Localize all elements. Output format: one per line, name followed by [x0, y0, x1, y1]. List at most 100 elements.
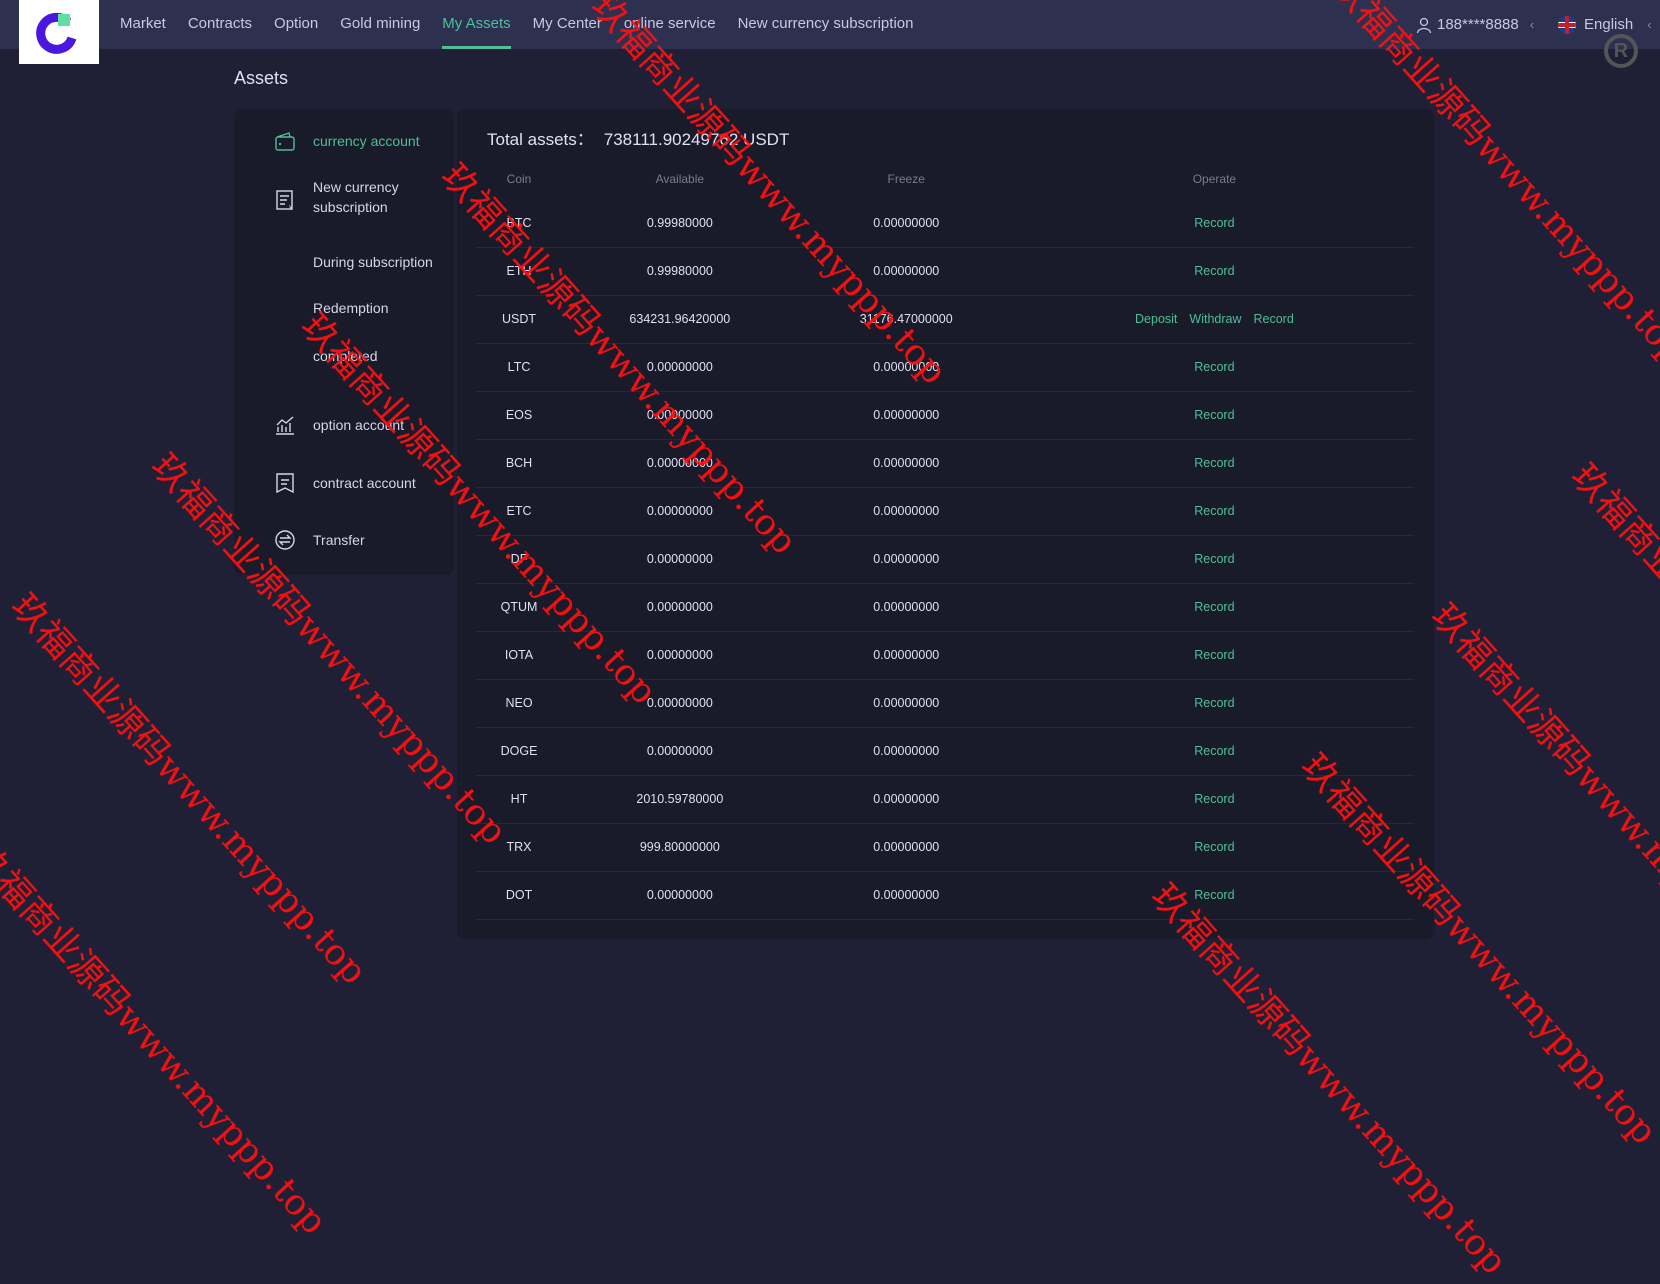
coin-cell: IOTA: [476, 631, 563, 680]
nav-contracts[interactable]: Contracts: [188, 0, 252, 49]
user-icon: [1416, 17, 1432, 33]
sidebar: currency account ¥ New currency subscrip…: [234, 109, 454, 575]
coin-cell: EOS: [476, 391, 563, 440]
operate-cell: Record: [1014, 343, 1414, 392]
assets-table: Coin Available Freeze Operate BTC 0.99980…: [476, 159, 1414, 920]
record-link[interactable]: Record: [1194, 216, 1234, 230]
table-row: DOT 0.00000000 0.00000000 Record: [476, 871, 1414, 920]
bookmark-document-icon: [276, 473, 294, 494]
nav-online-service[interactable]: online service: [624, 0, 716, 49]
freeze-cell: 0.00000000: [797, 823, 1015, 872]
svg-text:¥: ¥: [289, 205, 293, 211]
operate-cell: Record: [1014, 199, 1414, 248]
table-row: QTUM 0.00000000 0.00000000 Record: [476, 583, 1414, 632]
coin-cell: ETH: [476, 247, 563, 296]
logo[interactable]: [19, 0, 99, 64]
chart-line-icon: [276, 416, 294, 435]
coin-cell: QTUM: [476, 583, 563, 632]
available-cell: 2010.59780000: [562, 775, 798, 824]
deposit-link[interactable]: Deposit: [1135, 312, 1177, 326]
table-row: DF 0.00000000 0.00000000 Record: [476, 535, 1414, 584]
record-link[interactable]: Record: [1194, 408, 1234, 422]
nav-option[interactable]: Option: [274, 0, 318, 49]
coin-cell: HT: [476, 775, 563, 824]
watermark: 玖福商业源码www.myppp.top: [1422, 596, 1660, 1003]
record-link[interactable]: Record: [1194, 456, 1234, 470]
available-cell: 0.00000000: [562, 487, 798, 536]
uk-flag-icon: [1558, 15, 1576, 34]
freeze-cell: 0.00000000: [797, 631, 1015, 680]
withdraw-link[interactable]: Withdraw: [1189, 312, 1241, 326]
table-row: BTC 0.99980000 0.00000000 Record: [476, 199, 1414, 248]
record-link[interactable]: Record: [1194, 888, 1234, 902]
sidebar-label: contract account: [313, 475, 416, 491]
user-phone: 188****8888: [1437, 15, 1519, 33]
record-link[interactable]: Record: [1194, 696, 1234, 710]
logo-icon: [36, 12, 77, 54]
sidebar-label: option account: [313, 417, 405, 433]
sidebar-label: Redemption: [313, 300, 389, 316]
freeze-cell: 0.00000000: [797, 727, 1015, 776]
record-link[interactable]: Record: [1194, 504, 1234, 518]
table-row: NEO 0.00000000 0.00000000 Record: [476, 679, 1414, 728]
record-link[interactable]: Record: [1194, 744, 1234, 758]
freeze-cell: 0.00000000: [797, 679, 1015, 728]
operate-cell: Record: [1014, 247, 1414, 296]
freeze-cell: 0.00000000: [797, 199, 1015, 248]
coin-cell: NEO: [476, 679, 563, 728]
sidebar-label: New currency subscription: [313, 179, 399, 215]
operate-cell: Record: [1014, 727, 1414, 776]
total-assets-value: 738111.90249762 USDT: [603, 130, 790, 149]
total-assets: Total assets： 738111.90249762 USDT: [487, 125, 789, 150]
record-link[interactable]: Record: [1194, 840, 1234, 854]
table-row: TRX 999.80000000 0.00000000 Record: [476, 823, 1414, 872]
record-link[interactable]: Record: [1194, 792, 1234, 806]
record-link[interactable]: Record: [1194, 360, 1234, 374]
available-cell: 0.00000000: [562, 535, 798, 584]
record-link[interactable]: Record: [1194, 264, 1234, 278]
coin-cell: DOT: [476, 871, 563, 920]
record-link[interactable]: Record: [1254, 312, 1294, 326]
operate-cell: Record: [1014, 823, 1414, 872]
operate-cell: Record: [1014, 775, 1414, 824]
table-row: HT 2010.59780000 0.00000000 Record: [476, 775, 1414, 824]
operate-cell: Record: [1014, 391, 1414, 440]
available-cell: 0.00000000: [562, 583, 798, 632]
record-link[interactable]: Record: [1194, 600, 1234, 614]
operate-cell: Record: [1014, 871, 1414, 920]
column-header-available: Available: [655, 172, 705, 186]
nav-my-center[interactable]: My Center: [533, 0, 602, 49]
nav-market[interactable]: Market: [120, 0, 166, 49]
nav-my-assets[interactable]: My Assets: [442, 0, 512, 49]
table-row: USDT 634231.96420000 31176.47000000 Deposit…: [476, 295, 1414, 344]
freeze-cell: 0.00000000: [797, 535, 1015, 584]
coin-cell: BCH: [476, 439, 563, 488]
table-row: LTC 0.00000000 0.00000000 Record: [476, 343, 1414, 392]
available-cell: 634231.96420000: [562, 295, 798, 344]
document-yen-icon: ¥: [276, 190, 293, 211]
nav-new-currency-subscription[interactable]: New currency subscription: [738, 0, 914, 49]
freeze-cell: 0.00000000: [797, 343, 1015, 392]
table-row: BCH 0.00000000 0.00000000 Record: [476, 439, 1414, 488]
freeze-cell: 0.00000000: [797, 583, 1015, 632]
available-cell: 0.00000000: [562, 871, 798, 920]
page-title: Assets: [234, 68, 289, 88]
freeze-cell: 0.00000000: [797, 439, 1015, 488]
operate-cell: Record: [1014, 535, 1414, 584]
table-row: ETC 0.00000000 0.00000000 Record: [476, 487, 1414, 536]
user-menu[interactable]: 188****8888 ‹: [1416, 0, 1534, 49]
sidebar-label: Transfer: [313, 532, 365, 548]
record-link[interactable]: Record: [1194, 648, 1234, 662]
nav-gold-mining[interactable]: Gold mining: [340, 0, 420, 49]
language-selector[interactable]: English ‹: [1558, 0, 1652, 49]
sidebar-label: completed: [313, 348, 378, 364]
record-link[interactable]: Record: [1194, 552, 1234, 566]
column-header-coin: Coin: [506, 172, 532, 186]
freeze-cell: 0.00000000: [797, 391, 1015, 440]
operate-cell: Record: [1014, 487, 1414, 536]
available-cell: 0.99980000: [562, 247, 798, 296]
operate-cell: Record: [1014, 439, 1414, 488]
available-cell: 0.00000000: [562, 679, 798, 728]
sidebar-label: During subscription: [313, 254, 433, 270]
freeze-cell: 0.00000000: [797, 871, 1015, 920]
